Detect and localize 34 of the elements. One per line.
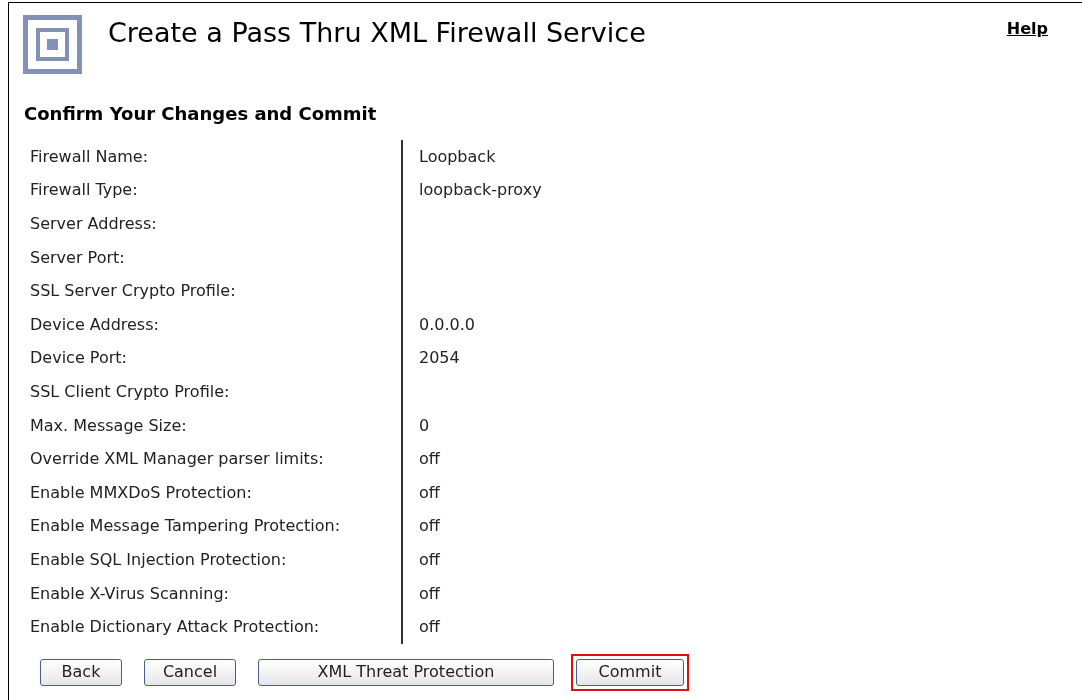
field-label: Server Address: <box>30 213 157 235</box>
form-button[interactable]: Cancel <box>144 658 236 686</box>
field-label: Enable Dictionary Attack Protection: <box>30 616 320 639</box>
field-value: off <box>419 582 440 605</box>
field-label: Max. Message Size: <box>30 414 187 437</box>
field-value: 2054 <box>419 347 460 370</box>
field-value: 0 <box>419 414 430 437</box>
form-button[interactable]: Back <box>40 658 122 686</box>
field-value: Loopback <box>419 145 496 168</box>
field-label: Override XML Manager parser limits: <box>30 448 324 471</box>
section-title: Confirm Your Changes and Commit <box>24 102 378 126</box>
form-button[interactable]: Commit <box>576 658 684 686</box>
field-label: SSL Server Crypto Profile: <box>30 280 236 303</box>
field-value: 0.0.0.0 <box>419 313 475 336</box>
field-value: off <box>419 515 440 538</box>
nested-squares-icon <box>23 15 82 74</box>
field-label: Server Port: <box>30 246 125 269</box>
help-link[interactable]: Help <box>1006 17 1048 41</box>
field-value: off <box>419 448 440 471</box>
field-label: SSL Client Crypto Profile: <box>30 380 230 403</box>
field-label: Firewall Type: <box>30 179 138 202</box>
field-label: Enable MMXDoS Protection: <box>30 481 252 504</box>
field-label: Device Port: <box>30 347 127 370</box>
field-label: Enable Message Tampering Protection: <box>30 515 341 538</box>
field-label: Device Address: <box>30 313 159 336</box>
field-value: off <box>419 481 440 504</box>
page-title: Create a Pass Thru XML Firewall Service <box>108 16 646 51</box>
field-label: Firewall Name: <box>30 145 148 168</box>
field-value: loopback-proxy <box>419 179 542 202</box>
form-button[interactable]: XML Threat Protection <box>258 658 554 686</box>
field-label: Enable SQL Injection Protection: <box>30 548 287 571</box>
field-value: off <box>419 616 440 639</box>
field-value: off <box>419 548 440 571</box>
field-label: Enable X-Virus Scanning: <box>30 582 229 605</box>
